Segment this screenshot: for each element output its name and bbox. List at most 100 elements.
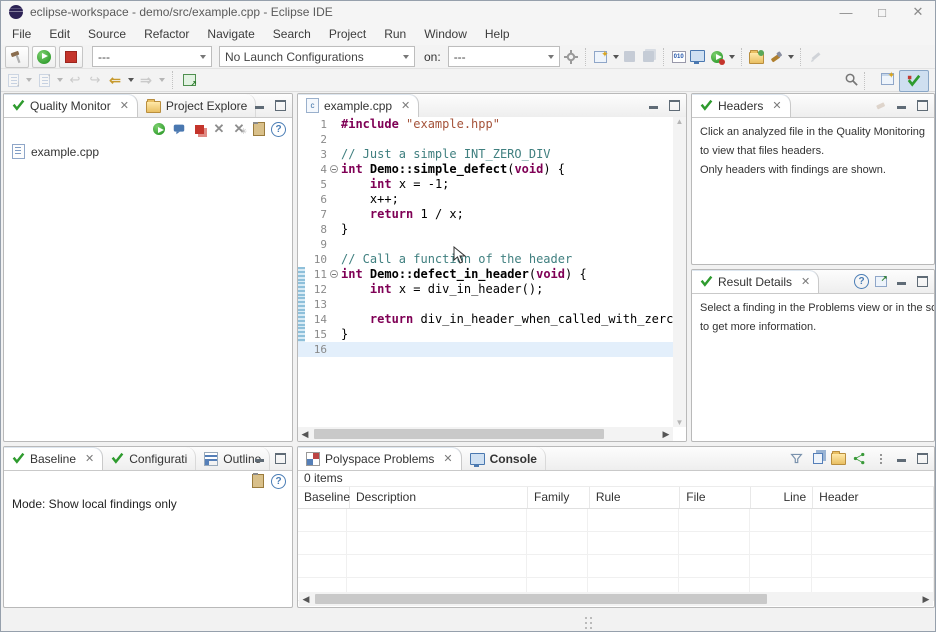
menu-item[interactable]: Navigate: [198, 24, 263, 44]
fold-collapse-icon[interactable]: [330, 270, 338, 278]
close-icon[interactable]: ✕: [85, 452, 94, 465]
close-icon[interactable]: ✕: [120, 99, 129, 112]
code-line[interactable]: 10// Call a function of the header: [298, 252, 673, 267]
stop-button[interactable]: [59, 46, 83, 68]
tab-console[interactable]: Console: [462, 447, 546, 470]
code-line[interactable]: 14 return div_in_header_when_called_with…: [298, 312, 673, 327]
menu-item[interactable]: Run: [375, 24, 415, 44]
open-in-editor-icon[interactable]: ↗: [871, 273, 890, 290]
menu-item[interactable]: Help: [476, 24, 519, 44]
maximize-view-icon[interactable]: [271, 450, 290, 467]
code-line[interactable]: 13: [298, 297, 673, 312]
tab-baseline[interactable]: Baseline ✕: [4, 447, 103, 470]
scrollbar-thumb[interactable]: [314, 429, 604, 439]
minimize-window-button[interactable]: —: [829, 1, 863, 23]
code-line[interactable]: 11int Demo::defect_in_header(void) {: [298, 267, 673, 282]
column-header[interactable]: Header: [813, 487, 934, 508]
code-line[interactable]: 9: [298, 237, 673, 252]
build-button[interactable]: [5, 46, 29, 68]
forward-history-icon[interactable]: ⇒: [138, 72, 154, 88]
table-row[interactable]: [298, 555, 934, 578]
column-header[interactable]: Line: [751, 487, 813, 508]
save-all-icon[interactable]: [641, 49, 657, 65]
last-edit-location-icon[interactable]: ↗: [181, 72, 197, 88]
column-header[interactable]: File: [680, 487, 751, 508]
tab-result-details[interactable]: Result Details ✕: [692, 270, 819, 293]
minimize-view-icon[interactable]: [892, 97, 911, 114]
launch-target-combo[interactable]: ---: [448, 46, 560, 67]
gear-icon[interactable]: [563, 49, 579, 65]
maximize-view-icon[interactable]: [913, 273, 932, 290]
code-line[interactable]: 8}: [298, 222, 673, 237]
clear-all-icon[interactable]: ✕✳: [231, 121, 247, 137]
export-icon[interactable]: [829, 450, 848, 467]
close-window-button[interactable]: ✕: [901, 1, 935, 23]
maximize-view-icon[interactable]: [913, 97, 932, 114]
binary-file-icon[interactable]: 010: [671, 49, 687, 65]
report-icon[interactable]: [250, 473, 266, 489]
menu-item[interactable]: Edit: [40, 24, 79, 44]
code-line[interactable]: 15}: [298, 327, 673, 342]
run-analysis-icon[interactable]: [151, 121, 167, 137]
filter-icon[interactable]: [787, 450, 806, 467]
table-row[interactable]: [298, 509, 934, 532]
external-tools-icon[interactable]: [768, 49, 784, 65]
view-menu-icon[interactable]: [871, 450, 890, 467]
back-history-icon[interactable]: ⇐: [107, 72, 123, 88]
new-wizard-icon[interactable]: ✦: [593, 49, 609, 65]
column-header[interactable]: Baseline: [298, 487, 350, 508]
code-line[interactable]: 3// Just a simple INT_ZERO_DIV: [298, 147, 673, 162]
column-header[interactable]: Rule: [590, 487, 680, 508]
tab-project-explorer[interactable]: Project Explore: [138, 94, 256, 117]
new-wizard-menu-arrow[interactable]: [613, 55, 619, 59]
minimize-view-icon[interactable]: [250, 97, 269, 114]
scroll-down-icon[interactable]: ▼: [676, 418, 684, 427]
sash-drag-handle[interactable]: [585, 617, 593, 628]
close-icon[interactable]: ✕: [801, 275, 810, 288]
external-tools-menu-arrow[interactable]: [788, 55, 794, 59]
run-quality-button[interactable]: [32, 46, 56, 68]
back-history-menu-arrow[interactable]: [128, 78, 134, 82]
tab-headers[interactable]: Headers ✕: [692, 94, 791, 117]
menu-item[interactable]: Source: [79, 24, 135, 44]
menu-item[interactable]: Refactor: [135, 24, 198, 44]
back-icon[interactable]: ↩: [67, 72, 83, 88]
maximize-view-icon[interactable]: [271, 97, 290, 114]
code-line[interactable]: 2: [298, 132, 673, 147]
forward-icon[interactable]: ↪: [87, 72, 103, 88]
tab-configuration[interactable]: Configurati: [103, 447, 196, 470]
minimize-view-icon[interactable]: [892, 273, 911, 290]
editor-body[interactable]: 1#include "example.hpp"23// Just a simpl…: [298, 117, 686, 441]
menu-item[interactable]: Window: [415, 24, 476, 44]
tab-example-cpp[interactable]: c example.cpp ✕: [298, 94, 419, 117]
help-icon[interactable]: ?: [271, 474, 286, 489]
menu-item[interactable]: Project: [320, 24, 375, 44]
eraser-icon[interactable]: [871, 97, 890, 114]
close-icon[interactable]: ✕: [443, 452, 452, 465]
scrollbar-thumb[interactable]: [315, 594, 767, 604]
next-annotation-icon[interactable]: ↓: [5, 72, 21, 88]
scroll-right-icon[interactable]: ▶: [659, 427, 673, 441]
scroll-left-icon[interactable]: ◀: [299, 592, 313, 606]
maximize-window-button[interactable]: □: [865, 1, 899, 23]
horizontal-scrollbar[interactable]: ◀ ▶: [299, 592, 933, 606]
run-last-launch-icon[interactable]: [709, 49, 725, 65]
help-icon[interactable]: ?: [854, 274, 869, 289]
tab-polyspace-problems[interactable]: Polyspace Problems ✕: [298, 447, 462, 470]
column-header[interactable]: Description: [350, 487, 528, 508]
close-icon[interactable]: ✕: [772, 99, 781, 112]
launch-config-combo[interactable]: No Launch Configurations: [219, 46, 415, 67]
column-header[interactable]: Family: [528, 487, 590, 508]
tab-quality-monitor[interactable]: Quality Monitor ✕: [4, 94, 138, 117]
help-icon[interactable]: ?: [271, 122, 286, 137]
previous-annotation-icon[interactable]: ↑: [36, 72, 52, 88]
build-config-combo[interactable]: ---: [92, 46, 212, 67]
code-area[interactable]: 1#include "example.hpp"23// Just a simpl…: [298, 117, 673, 427]
code-line[interactable]: 7 return 1 / x;: [298, 207, 673, 222]
clear-icon[interactable]: ✕: [211, 121, 227, 137]
minimize-view-icon[interactable]: [250, 450, 269, 467]
code-line[interactable]: 6 x++;: [298, 192, 673, 207]
code-line[interactable]: 12 int x = div_in_header();: [298, 282, 673, 297]
share-icon[interactable]: [850, 450, 869, 467]
minimize-view-icon[interactable]: [644, 97, 663, 114]
